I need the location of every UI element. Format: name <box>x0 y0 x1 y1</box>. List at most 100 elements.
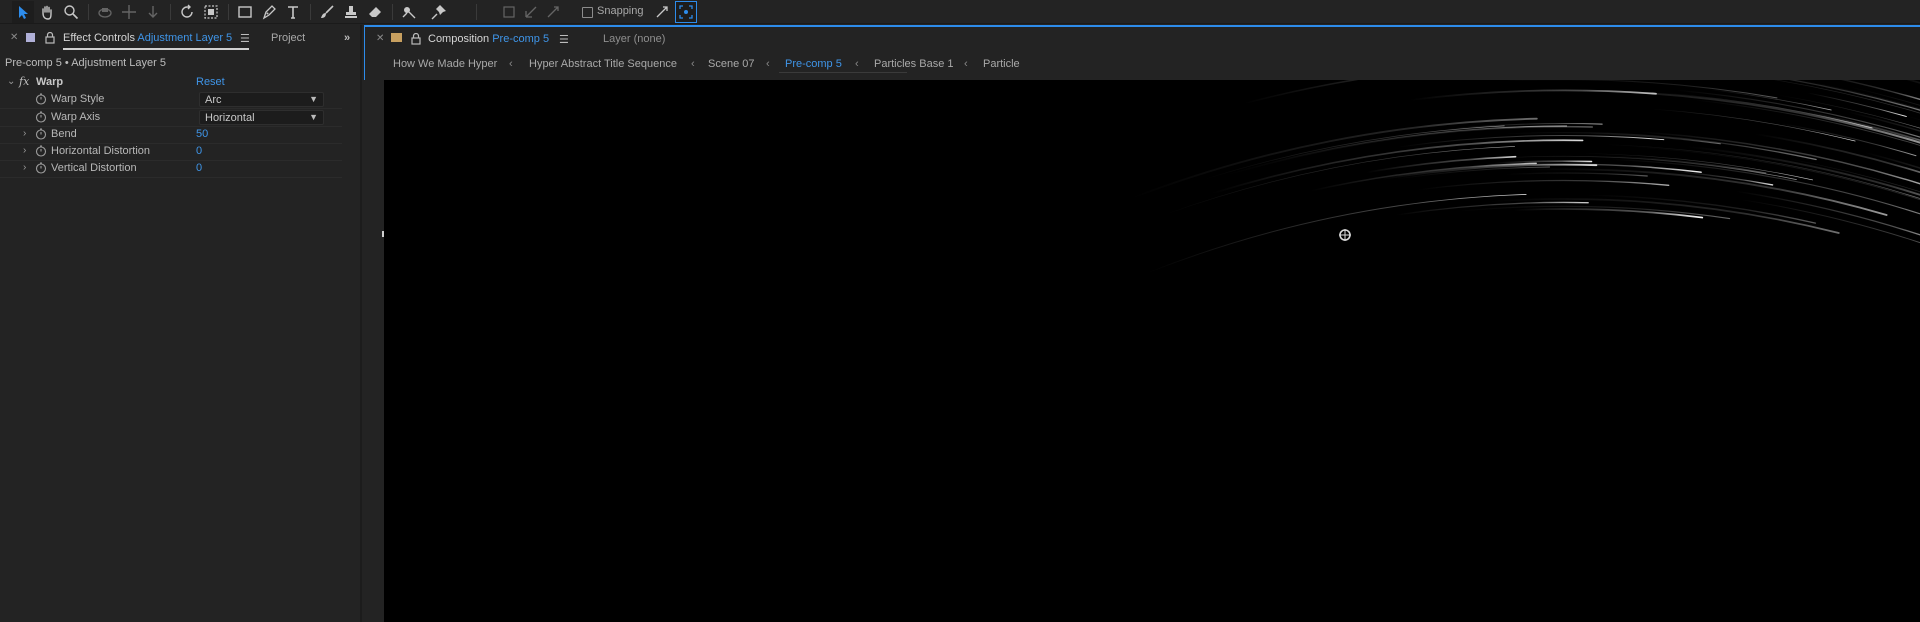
rotation-tool-button[interactable] <box>176 1 198 23</box>
particle-streak <box>1242 80 1359 105</box>
composition-viewer[interactable] <box>384 80 1920 622</box>
viewer-left-gutter <box>364 80 384 622</box>
breadcrumb: How We Made Hyper ‹ Hyper Abstract Title… <box>365 53 1920 77</box>
eraser-icon <box>369 7 381 17</box>
selection-arrow-icon <box>19 6 28 19</box>
stopwatch-icon[interactable] <box>35 93 47 105</box>
warp-axis-dropdown[interactable]: Horizontal ▼ <box>199 110 324 125</box>
expand-chevron-icon[interactable]: › <box>23 128 26 139</box>
lock-icon[interactable] <box>45 32 55 44</box>
pen-tool-button[interactable] <box>258 1 280 23</box>
property-label: Warp Style <box>51 93 105 105</box>
align-tool-button[interactable] <box>498 1 520 23</box>
lock-icon[interactable] <box>411 33 421 45</box>
chevron-down-icon: ▼ <box>309 94 318 104</box>
panel-menu-icon[interactable]: ☰ <box>240 32 250 45</box>
reset-link[interactable]: Reset <box>196 76 225 88</box>
axis-tool-button[interactable] <box>520 1 542 23</box>
roto-brush-tool-button[interactable] <box>398 1 420 23</box>
snap-options-button[interactable] <box>651 1 673 23</box>
brush-tool-button[interactable] <box>316 1 338 23</box>
orbit-camera-tool-button[interactable] <box>94 1 116 23</box>
snap-features-icon <box>679 5 693 19</box>
stopwatch-icon[interactable] <box>35 145 47 157</box>
pan-behind-tool-button[interactable] <box>118 1 140 23</box>
particle-streak <box>1513 208 1704 219</box>
tab-effect-controls[interactable]: Effect Controls Adjustment Layer 5 <box>63 32 232 44</box>
warp-style-dropdown[interactable]: Arc ▼ <box>199 92 324 107</box>
composition-color-swatch <box>391 33 402 42</box>
tab-composition-name: Pre-comp 5 <box>492 33 550 45</box>
breadcrumb-separator-icon: ‹ <box>964 58 968 70</box>
particle-streak <box>1865 80 1920 108</box>
world-axis-button[interactable] <box>542 1 564 23</box>
layer-color-swatch <box>26 33 35 42</box>
type-tool-button[interactable] <box>282 1 304 23</box>
particle-streaks-render <box>1130 80 1920 274</box>
property-row-vertical-distortion: › Vertical Distortion 0 <box>0 160 342 177</box>
composition-tab-bar: ✕ Composition Pre-comp 5 ☰ Layer (none) <box>365 27 1920 51</box>
particle-streak <box>1799 110 1920 143</box>
fx-icon[interactable]: fx <box>19 75 29 88</box>
eraser-tool-button[interactable] <box>364 1 386 23</box>
horizontal-distortion-value[interactable]: 0 <box>196 145 202 157</box>
zoom-tool-button[interactable] <box>60 1 82 23</box>
particle-streak <box>1164 146 1516 215</box>
expand-chevron-icon[interactable]: › <box>23 162 26 173</box>
tab-project[interactable]: Project <box>271 32 305 44</box>
tab-effect-controls-label: Effect Controls <box>63 32 135 44</box>
selection-tool-button[interactable] <box>12 1 34 23</box>
breadcrumb-item[interactable]: Particle <box>983 58 1020 70</box>
anchor-point-tool-button[interactable] <box>142 1 164 23</box>
property-label: Warp Axis <box>51 111 101 123</box>
particle-streak <box>1416 179 1670 191</box>
region-of-interest-tool-button[interactable] <box>200 1 222 23</box>
breadcrumb-separator-icon: ‹ <box>766 58 770 70</box>
particle-streak <box>1609 158 1920 215</box>
collapse-chevron-icon[interactable]: ⌄ <box>7 76 15 87</box>
panel-menu-icon[interactable]: ☰ <box>559 33 569 46</box>
pan-behind-icon <box>122 5 136 19</box>
puppet-pin-tool-button[interactable] <box>428 1 450 23</box>
breadcrumb-separator-icon: ‹ <box>509 58 513 70</box>
effect-header-warp[interactable]: ⌄ fx Warp Reset <box>0 74 342 91</box>
region-icon <box>204 5 218 19</box>
hand-tool-button[interactable] <box>36 1 58 23</box>
breadcrumb-separator-icon: ‹ <box>855 58 859 70</box>
vertical-distortion-value[interactable]: 0 <box>196 162 202 174</box>
snap-edges-icon <box>656 6 668 18</box>
tab-layer[interactable]: Layer (none) <box>603 33 665 45</box>
breadcrumb-item[interactable]: Particles Base 1 <box>874 58 953 70</box>
breadcrumb-item[interactable]: How We Made Hyper <box>393 58 497 70</box>
tools-toolbar: Snapping <box>0 0 1920 24</box>
panel-overflow-icon[interactable]: » <box>344 32 350 44</box>
rectangle-tool-button[interactable] <box>234 1 256 23</box>
stopwatch-icon[interactable] <box>35 128 47 140</box>
stopwatch-icon[interactable] <box>35 162 47 174</box>
orbit-camera-icon <box>98 8 112 18</box>
active-tab-indicator <box>63 48 249 50</box>
anchor-point-icon <box>1339 229 1351 241</box>
stopwatch-icon[interactable] <box>35 111 47 123</box>
snap-features-button[interactable] <box>675 1 697 23</box>
property-row-warp-axis: Warp Axis Horizontal ▼ <box>0 109 342 126</box>
breadcrumb-item-current[interactable]: Pre-comp 5 <box>785 58 842 70</box>
breadcrumb-item[interactable]: Hyper Abstract Title Sequence <box>529 58 677 70</box>
property-row-horizontal-distortion: › Horizontal Distortion 0 <box>0 143 342 160</box>
clone-stamp-tool-button[interactable] <box>340 1 362 23</box>
tab-composition[interactable]: Composition Pre-comp 5 <box>428 33 549 45</box>
particle-streak <box>1651 108 1856 142</box>
bend-value[interactable]: 50 <box>196 128 208 140</box>
close-tab-icon[interactable]: ✕ <box>10 32 18 43</box>
toolbar-separator <box>170 4 171 20</box>
expand-chevron-icon[interactable]: › <box>23 145 26 156</box>
breadcrumb-separator-icon: ‹ <box>691 58 695 70</box>
dropdown-value: Arc <box>205 94 222 106</box>
particle-streak <box>1753 133 1920 174</box>
chevron-down-icon: ▼ <box>309 112 318 122</box>
close-tab-icon[interactable]: ✕ <box>376 33 384 44</box>
property-label: Vertical Distortion <box>51 162 137 174</box>
breadcrumb-item[interactable]: Scene 07 <box>708 58 754 70</box>
snapping-checkbox[interactable] <box>582 7 593 18</box>
stamp-icon <box>345 6 357 18</box>
